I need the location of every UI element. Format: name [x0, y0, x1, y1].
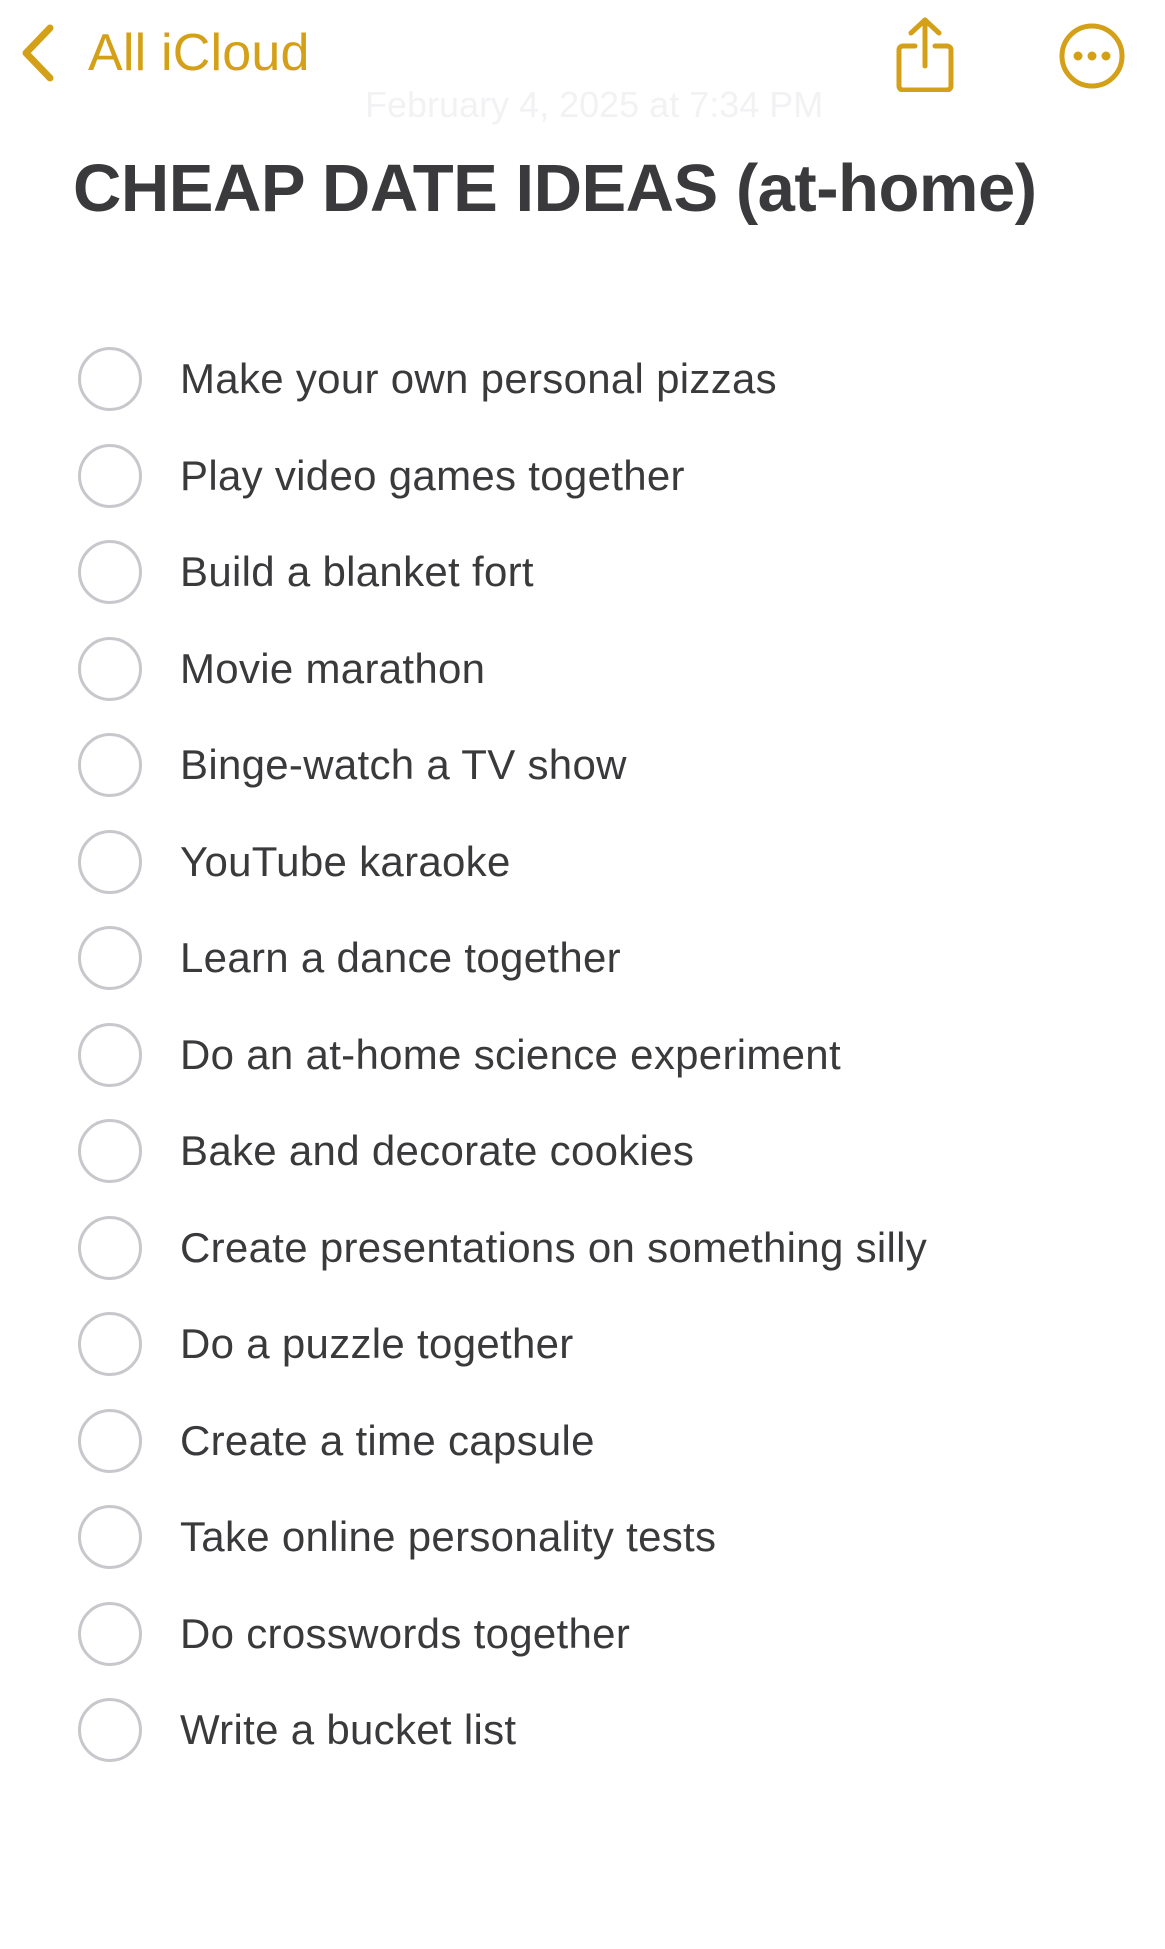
checkbox-circle[interactable]: [78, 636, 142, 701]
checklist-item-label[interactable]: YouTube karaoke: [180, 838, 511, 886]
checklist-item-label[interactable]: Do an at-home science experiment: [180, 1031, 841, 1079]
checklist-item: Do a puzzle together: [0, 1296, 1165, 1393]
checkbox-circle[interactable]: [78, 1022, 142, 1087]
checklist-item: Learn a dance together: [0, 910, 1165, 1007]
checklist-item-label[interactable]: Learn a dance together: [180, 934, 621, 982]
checkbox-circle[interactable]: [78, 1215, 142, 1280]
checklist-item-label[interactable]: Do crosswords together: [180, 1610, 630, 1658]
note-date: February 4, 2025 at 7:34 PM: [365, 84, 824, 125]
checklist-item: Take online personality tests: [0, 1489, 1165, 1586]
checkbox-circle[interactable]: [78, 829, 142, 894]
checklist-item: Create presentations on something silly: [0, 1200, 1165, 1297]
checkbox-circle[interactable]: [78, 347, 142, 412]
checklist-item-label[interactable]: Do a puzzle together: [180, 1320, 574, 1368]
checkbox-circle[interactable]: [78, 1408, 142, 1473]
checkbox-circle[interactable]: [78, 1698, 142, 1763]
checklist-item-label[interactable]: Movie marathon: [180, 645, 485, 693]
checklist-item: Do an at-home science experiment: [0, 1007, 1165, 1104]
checklist-item: YouTube karaoke: [0, 814, 1165, 911]
share-button[interactable]: [893, 16, 957, 93]
checklist-item: Do crosswords together: [0, 1586, 1165, 1683]
back-button-label: All iCloud: [88, 24, 310, 82]
checklist-item: Binge-watch a TV show: [0, 717, 1165, 814]
checklist-item: Play video games together: [0, 428, 1165, 525]
checklist-item-label[interactable]: Play video games together: [180, 452, 685, 500]
checklist-item: Build a blanket fort: [0, 524, 1165, 621]
checklist: Make your own personal pizzas Play video…: [0, 331, 1165, 1779]
checklist-item-label[interactable]: Create a time capsule: [180, 1417, 595, 1465]
more-ellipsis-icon: [1058, 23, 1126, 94]
checklist-item: Bake and decorate cookies: [0, 1103, 1165, 1200]
more-button[interactable]: [1058, 22, 1126, 90]
checklist-item: Create a time capsule: [0, 1393, 1165, 1490]
checklist-item-label[interactable]: Bake and decorate cookies: [180, 1127, 694, 1175]
checkbox-circle[interactable]: [78, 733, 142, 798]
checklist-item-label[interactable]: Build a blanket fort: [180, 548, 534, 596]
checkbox-circle[interactable]: [78, 540, 142, 605]
checklist-item: Write a bucket list: [0, 1682, 1165, 1779]
back-button[interactable]: All iCloud: [18, 22, 310, 84]
checkbox-circle[interactable]: [78, 1119, 142, 1184]
checkbox-circle[interactable]: [78, 1312, 142, 1377]
checkbox-circle[interactable]: [78, 1505, 142, 1570]
checklist-item: Movie marathon: [0, 621, 1165, 718]
checkbox-circle[interactable]: [78, 1601, 142, 1666]
checkbox-circle[interactable]: [78, 443, 142, 508]
checklist-item-label[interactable]: Write a bucket list: [180, 1706, 516, 1754]
checkbox-circle[interactable]: [78, 926, 142, 991]
checklist-item-label[interactable]: Binge-watch a TV show: [180, 741, 627, 789]
share-icon: [893, 17, 957, 96]
checklist-item-label[interactable]: Make your own personal pizzas: [180, 355, 777, 403]
checklist-item-label[interactable]: Take online personality tests: [180, 1513, 716, 1561]
checklist-item: Make your own personal pizzas: [0, 331, 1165, 428]
checklist-item-label[interactable]: Create presentations on something silly: [180, 1224, 927, 1272]
note-title[interactable]: CHEAP DATE IDEAS (at-home): [73, 150, 1037, 227]
chevron-left-icon: [18, 22, 58, 84]
